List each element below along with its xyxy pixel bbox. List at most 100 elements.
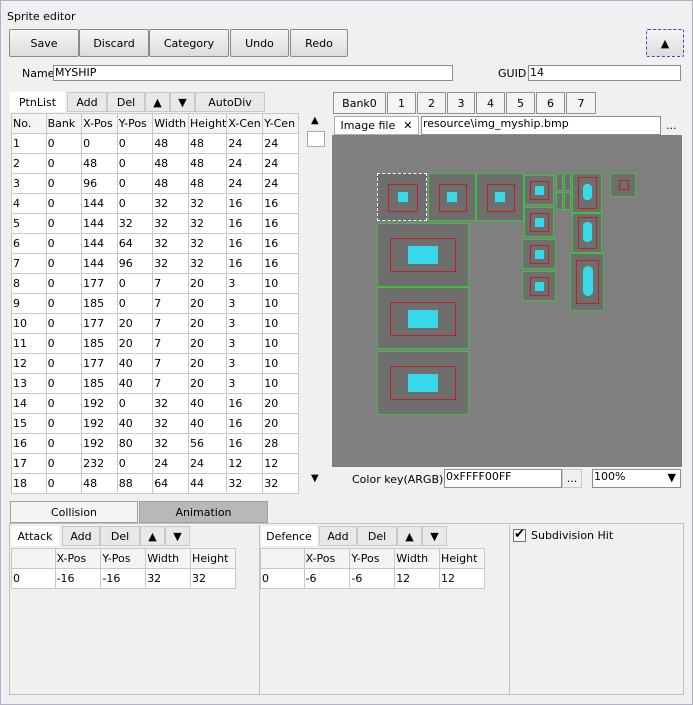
table-row[interactable]: 9 0 185 0 7 20 3 10 bbox=[11, 293, 299, 314]
column-header[interactable]: Width bbox=[152, 113, 189, 134]
attack-table[interactable]: X-Pos Y-Pos Width Height 0 -16 -16 32 32 bbox=[11, 548, 236, 589]
table-cell[interactable]: 32 bbox=[145, 568, 192, 589]
bank-tab-2[interactable]: 2 bbox=[417, 92, 446, 114]
table-row[interactable]: 17 0 232 0 24 24 12 12 bbox=[11, 453, 299, 474]
table-cell[interactable]: 20 bbox=[116, 333, 154, 354]
ptn-del-button[interactable]: Del bbox=[107, 92, 145, 112]
discard-button[interactable]: Discard bbox=[79, 29, 149, 57]
sprite-pattern[interactable] bbox=[556, 192, 563, 210]
table-cell[interactable]: 16 bbox=[226, 413, 264, 434]
table-cell[interactable]: 14 bbox=[11, 393, 47, 414]
table-cell[interactable]: 3 bbox=[226, 293, 264, 314]
table-cell[interactable]: 0 bbox=[45, 373, 83, 394]
table-cell[interactable]: 32 bbox=[152, 433, 189, 454]
table-cell[interactable]: 0 bbox=[116, 293, 154, 314]
table-cell[interactable]: 20 bbox=[116, 313, 154, 334]
table-cell[interactable]: 177 bbox=[81, 273, 118, 294]
table-cell[interactable]: 10 bbox=[262, 353, 299, 374]
sprite-pattern[interactable] bbox=[570, 253, 604, 311]
column-header[interactable]: Y-Pos bbox=[116, 113, 154, 134]
table-cell[interactable]: 7 bbox=[152, 293, 189, 314]
sprite-pattern[interactable] bbox=[377, 173, 427, 221]
column-header[interactable]: Y-Pos bbox=[349, 548, 396, 569]
bank-tab-3[interactable]: 3 bbox=[447, 92, 475, 114]
table-cell[interactable]: 177 bbox=[81, 353, 118, 374]
bank-tab-6[interactable]: 6 bbox=[536, 92, 565, 114]
table-cell[interactable]: 7 bbox=[152, 273, 189, 294]
table-cell[interactable]: 24 bbox=[152, 453, 189, 474]
table-cell[interactable]: 0 bbox=[45, 413, 83, 434]
sprite-pattern[interactable] bbox=[524, 207, 554, 237]
table-cell[interactable]: 0 bbox=[45, 433, 83, 454]
column-header[interactable]: Bank bbox=[45, 113, 83, 134]
table-cell[interactable]: 32 bbox=[152, 253, 189, 274]
bank-tab-4[interactable]: 4 bbox=[476, 92, 505, 114]
table-row[interactable]: 12 0 177 40 7 20 3 10 bbox=[11, 353, 299, 374]
table-cell[interactable]: 0 bbox=[45, 213, 83, 234]
sprite-pattern[interactable] bbox=[564, 192, 571, 210]
table-cell[interactable]: 16 bbox=[226, 233, 264, 254]
table-cell[interactable]: -6 bbox=[349, 568, 396, 589]
table-cell[interactable]: 192 bbox=[81, 413, 118, 434]
table-cell[interactable]: 0 bbox=[116, 153, 154, 174]
close-icon[interactable]: ✕ bbox=[403, 119, 412, 132]
table-cell[interactable]: 0 bbox=[45, 193, 83, 214]
table-cell[interactable]: 12 bbox=[394, 568, 441, 589]
table-row[interactable]: 4 0 144 0 32 32 16 16 bbox=[11, 193, 299, 214]
bank-tab-0[interactable]: Bank0 bbox=[333, 92, 386, 114]
sprite-pattern[interactable] bbox=[428, 173, 476, 221]
ptn-down-button[interactable]: ▼ bbox=[170, 92, 195, 112]
table-cell[interactable]: 32 bbox=[187, 233, 228, 254]
table-cell[interactable]: 32 bbox=[187, 193, 228, 214]
table-cell[interactable]: 80 bbox=[116, 433, 154, 454]
table-cell[interactable]: 0 bbox=[116, 273, 154, 294]
table-cell[interactable]: 88 bbox=[116, 473, 154, 494]
table-cell[interactable]: 24 bbox=[262, 173, 299, 194]
table-cell[interactable]: 24 bbox=[226, 133, 264, 154]
tab-animation[interactable]: Animation bbox=[139, 501, 268, 523]
table-cell[interactable]: 32 bbox=[262, 473, 299, 494]
table-row[interactable]: 0 -16 -16 32 32 bbox=[11, 568, 236, 589]
sprite-pattern[interactable] bbox=[377, 351, 469, 415]
tab-collision[interactable]: Collision bbox=[10, 501, 138, 523]
sprite-pattern[interactable] bbox=[572, 173, 602, 213]
table-cell[interactable]: 1 bbox=[11, 133, 47, 154]
table-cell[interactable]: 10 bbox=[262, 313, 299, 334]
bank-tab-5[interactable]: 5 bbox=[506, 92, 535, 114]
table-cell[interactable]: 24 bbox=[187, 453, 228, 474]
table-cell[interactable]: 0 bbox=[116, 393, 154, 414]
table-cell[interactable]: 2 bbox=[11, 153, 47, 174]
table-cell[interactable]: 40 bbox=[187, 393, 228, 414]
guid-field[interactable]: 14 bbox=[528, 65, 681, 81]
undo-button[interactable]: Undo bbox=[230, 29, 289, 57]
sprite-pattern[interactable] bbox=[377, 223, 469, 287]
table-cell[interactable]: 0 bbox=[45, 313, 83, 334]
tab-attack[interactable]: Attack bbox=[11, 526, 59, 546]
attack-down-button[interactable]: ▼ bbox=[165, 526, 190, 546]
table-cell[interactable]: 20 bbox=[187, 353, 228, 374]
table-cell[interactable]: 10 bbox=[262, 293, 299, 314]
table-cell[interactable]: 20 bbox=[262, 413, 299, 434]
scroll-down-arrow[interactable]: ▼ bbox=[311, 473, 319, 484]
table-cell[interactable]: 0 bbox=[45, 253, 83, 274]
tab-image-file[interactable]: Image file ✕ bbox=[334, 116, 419, 135]
table-cell[interactable]: 20 bbox=[187, 273, 228, 294]
table-cell[interactable]: 48 bbox=[152, 133, 189, 154]
table-cell[interactable]: 3 bbox=[226, 333, 264, 354]
defence-table[interactable]: X-Pos Y-Pos Width Height 0 -6 -6 12 12 bbox=[260, 548, 485, 589]
ptn-up-button[interactable]: ▲ bbox=[145, 92, 170, 112]
table-cell[interactable]: 4 bbox=[11, 193, 47, 214]
table-cell[interactable]: 3 bbox=[226, 373, 264, 394]
table-cell[interactable]: 16 bbox=[11, 433, 47, 454]
table-cell[interactable]: 24 bbox=[262, 133, 299, 154]
table-row[interactable]: 16 0 192 80 32 56 16 28 bbox=[11, 433, 299, 454]
sprite-pattern[interactable] bbox=[522, 271, 556, 301]
table-cell[interactable]: 0 bbox=[81, 133, 118, 154]
table-cell[interactable]: 0 bbox=[45, 233, 83, 254]
table-cell[interactable]: 40 bbox=[116, 353, 154, 374]
table-cell[interactable]: 3 bbox=[226, 353, 264, 374]
column-header[interactable]: Width bbox=[394, 548, 441, 569]
table-cell[interactable]: 32 bbox=[226, 473, 264, 494]
defence-add-button[interactable]: Add bbox=[319, 526, 357, 546]
column-header[interactable]: Width bbox=[145, 548, 192, 569]
